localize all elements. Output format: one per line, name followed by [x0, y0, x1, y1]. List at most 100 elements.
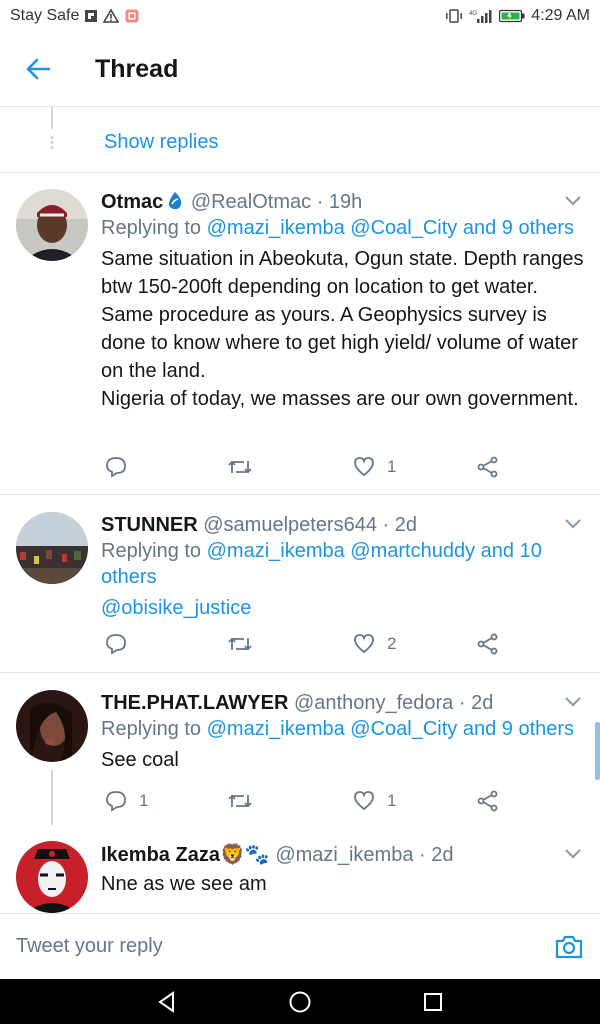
- reply-input[interactable]: Tweet your reply: [16, 935, 554, 958]
- share-icon: [477, 790, 498, 812]
- replying-to: Replying to @mazi_ikemba @Coal_City and …: [101, 716, 590, 742]
- retweet-button[interactable]: [227, 456, 253, 478]
- like-button[interactable]: 1: [353, 790, 396, 812]
- reply-composer: Tweet your reply: [0, 913, 600, 979]
- camera-icon[interactable]: [554, 932, 584, 962]
- reply-count: 1: [139, 791, 149, 810]
- tweet-header: Otmac @RealOtmac · 19h: [101, 189, 590, 215]
- nav-recents-button[interactable]: [413, 982, 453, 1022]
- nav-back-button[interactable]: [147, 982, 187, 1022]
- replying-to-prefix: Replying to: [101, 540, 202, 562]
- retweet-icon: [228, 794, 252, 808]
- user-handle[interactable]: @RealOtmac: [191, 191, 311, 213]
- heart-icon: [354, 791, 374, 811]
- retweet-icon: [228, 460, 252, 474]
- scrollbar-thumb[interactable]: [595, 722, 600, 780]
- tweet[interactable]: THE.PHAT.LAWYER @anthony_fedora · 2d Rep…: [0, 673, 600, 825]
- display-name[interactable]: STUNNER: [101, 514, 198, 536]
- share-icon: [477, 633, 498, 655]
- water-drop-emoji-icon: [169, 192, 182, 210]
- chevron-down-icon[interactable]: [564, 195, 582, 207]
- user-handle[interactable]: @mazi_ikemba: [275, 844, 413, 866]
- flipboard-icon: [85, 10, 98, 22]
- heart-icon: [354, 634, 374, 654]
- thread-gap-dots: [50, 135, 54, 151]
- nav-home-button[interactable]: [280, 982, 320, 1022]
- tweet-text: Nne as we see am: [101, 873, 267, 895]
- retweet-icon: [228, 637, 252, 651]
- tweet-header: THE.PHAT.LAWYER @anthony_fedora · 2d: [101, 690, 590, 716]
- like-count: 1: [387, 791, 397, 810]
- share-button[interactable]: [477, 633, 499, 655]
- square-recents-icon: [424, 992, 443, 1011]
- tweet-text-line: Nigeria of today, we masses are our own …: [101, 388, 579, 410]
- tweet-time: · 2d: [382, 514, 417, 536]
- display-name[interactable]: THE.PHAT.LAWYER: [101, 692, 288, 714]
- replying-to: Replying to @mazi_ikemba @Coal_City and …: [101, 215, 590, 241]
- share-button[interactable]: [477, 790, 499, 812]
- user-handle[interactable]: @anthony_fedora: [294, 692, 453, 714]
- status-bar: Stay Safe 4G 4:29 AM: [0, 0, 600, 32]
- tweet[interactable]: Otmac @RealOtmac · 19h Replying to @mazi…: [0, 173, 600, 495]
- tweet-text[interactable]: @obisike_justice: [101, 594, 590, 622]
- system-nav-bar: [0, 979, 600, 1024]
- tweet-time: · 2d: [458, 692, 494, 714]
- tweet-actions: 1 1: [101, 790, 521, 816]
- chevron-down-icon[interactable]: [564, 848, 582, 860]
- chevron-down-icon[interactable]: [564, 696, 582, 708]
- signal-icon: 4G: [469, 9, 493, 23]
- show-replies-link[interactable]: Show replies: [104, 131, 219, 154]
- tweet-actions: 1: [101, 456, 521, 482]
- tweet[interactable]: STUNNER @samuelpeters644 · 2d Replying t…: [0, 495, 600, 673]
- avatar[interactable]: [16, 690, 88, 762]
- thread-connector-line: [51, 107, 53, 129]
- thread-feed[interactable]: Show replies Otmac @RealOtmac · 19h Repl…: [0, 107, 600, 913]
- battery-icon: [499, 9, 525, 23]
- tweet-time: · 19h: [316, 191, 363, 213]
- app-header: Thread: [0, 32, 600, 107]
- display-name[interactable]: Otmac: [101, 191, 163, 213]
- share-icon: [477, 456, 498, 478]
- avatar[interactable]: [16, 189, 88, 261]
- like-button[interactable]: 1: [353, 456, 396, 478]
- circle-home-icon: [289, 991, 311, 1012]
- chevron-down-icon[interactable]: [564, 518, 582, 530]
- share-button[interactable]: [477, 456, 499, 478]
- avatar[interactable]: [16, 512, 88, 584]
- user-handle[interactable]: @samuelpeters644: [203, 514, 377, 536]
- like-button[interactable]: 2: [353, 633, 396, 655]
- like-count: 1: [387, 457, 397, 476]
- back-arrow-icon: [26, 58, 50, 80]
- tweet-content: THE.PHAT.LAWYER @anthony_fedora · 2d Rep…: [101, 690, 590, 774]
- previous-tweet-actions: [100, 107, 520, 113]
- thread-connector-line: [51, 770, 53, 825]
- page-title: Thread: [95, 54, 179, 83]
- reply-button[interactable]: 1: [105, 790, 148, 812]
- tweet-text: See coal: [101, 749, 179, 771]
- tweet-time: · 2d: [419, 844, 454, 866]
- tweet-actions: 2: [101, 633, 521, 659]
- replying-to-mentions[interactable]: @mazi_ikemba @Coal_City and 9 others: [207, 718, 574, 740]
- previous-tweet-stub: Show replies: [0, 107, 600, 173]
- replying-to-mentions[interactable]: @mazi_ikemba @Coal_City and 9 others: [207, 217, 574, 239]
- reply-button[interactable]: [105, 633, 127, 655]
- retweet-button[interactable]: [227, 633, 253, 655]
- tweet-header: STUNNER @samuelpeters644 · 2d: [101, 512, 590, 538]
- tweet[interactable]: Ikemba Zaza🦁🐾 @mazi_ikemba · 2d Nne as w…: [0, 825, 600, 913]
- retweet-button[interactable]: [227, 790, 253, 812]
- tweet-text: Same situation in Abeokuta, Ogun state. …: [101, 245, 590, 413]
- tweet-text-line: Same situation in Abeokuta, Ogun state. …: [101, 248, 584, 382]
- display-name[interactable]: Ikemba Zaza: [101, 844, 220, 866]
- avatar[interactable]: [16, 841, 88, 913]
- reply-icon: [106, 634, 126, 655]
- reply-icon: [106, 791, 126, 812]
- triangle-back-icon: [157, 990, 174, 1013]
- tweet-content: Ikemba Zaza🦁🐾 @mazi_ikemba · 2d Nne as w…: [101, 842, 590, 898]
- heart-icon: [354, 457, 374, 477]
- tweet-content: Otmac @RealOtmac · 19h Replying to @mazi…: [101, 189, 590, 413]
- replying-to-prefix: Replying to: [101, 718, 202, 740]
- back-button[interactable]: [0, 32, 75, 107]
- vibrate-icon: [445, 9, 463, 23]
- tweet-header: Ikemba Zaza🦁🐾 @mazi_ikemba · 2d: [101, 842, 590, 868]
- reply-button[interactable]: [105, 456, 127, 478]
